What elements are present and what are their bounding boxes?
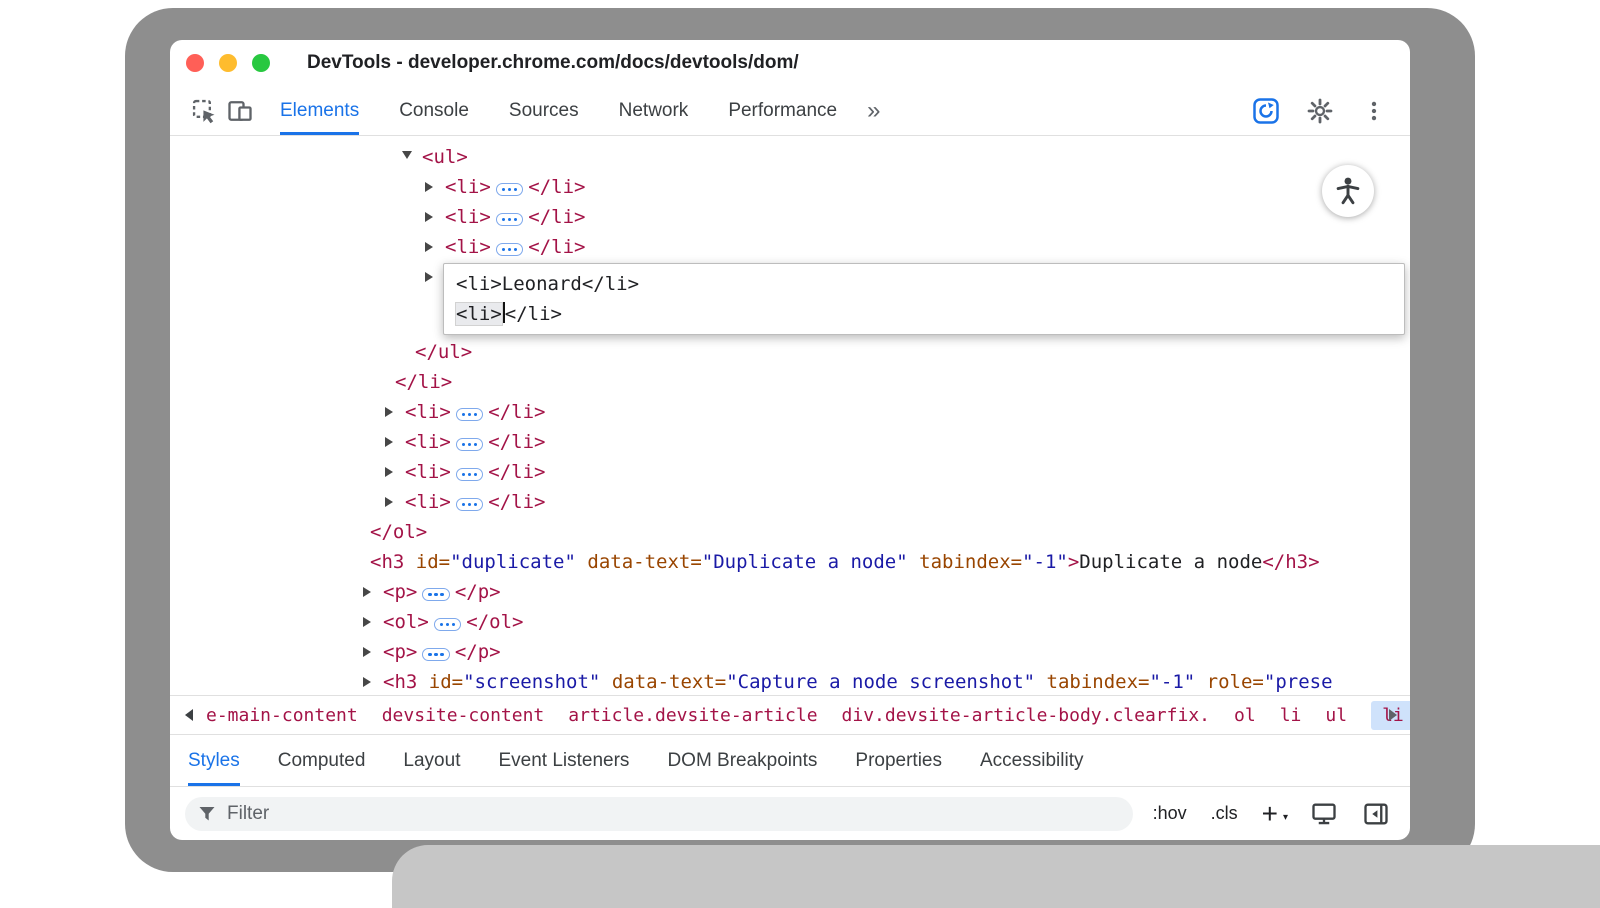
- collapse-arrow-icon[interactable]: [402, 142, 422, 172]
- close-button[interactable]: [186, 54, 204, 72]
- panel-tab-layout[interactable]: Layout: [403, 735, 460, 786]
- device-toolbar-icon[interactable]: [222, 93, 258, 129]
- dom-tree-line[interactable]: <li></li>: [170, 172, 1410, 202]
- dom-tree-line[interactable]: <p></p>: [170, 637, 1410, 667]
- zoom-button[interactable]: [252, 54, 270, 72]
- collapsed-children-icon[interactable]: [456, 498, 484, 512]
- dom-tree-line[interactable]: </ol>: [170, 517, 1410, 547]
- panel-tab-properties[interactable]: Properties: [855, 735, 942, 786]
- kebab-menu-icon[interactable]: [1356, 93, 1392, 129]
- elements-panel: <ul><li></li><li></li><li></li><li>Leona…: [170, 136, 1410, 695]
- devtools-window: DevTools - developer.chrome.com/docs/dev…: [170, 40, 1410, 840]
- panel-tab-event-listeners[interactable]: Event Listeners: [498, 735, 629, 786]
- tab-sources[interactable]: Sources: [509, 86, 579, 135]
- collapsed-children-icon[interactable]: [422, 588, 450, 602]
- breadcrumb: e-main-content devsite-content article.dev…: [206, 701, 1384, 730]
- inspect-element-icon[interactable]: [186, 93, 222, 129]
- dom-tree-line[interactable]: </li>: [170, 367, 1410, 397]
- expand-arrow-icon[interactable]: [363, 667, 383, 695]
- dom-tree-line[interactable]: <li></li>: [170, 397, 1410, 427]
- expand-arrow-icon[interactable]: [425, 262, 445, 292]
- collapsed-children-icon[interactable]: [496, 243, 524, 257]
- styles-toolbar: :hov .cls +▾: [1153, 800, 1390, 828]
- window-title: DevTools - developer.chrome.com/docs/dev…: [307, 52, 799, 74]
- tab-network[interactable]: Network: [619, 86, 689, 135]
- breadcrumb-scroll-right-icon[interactable]: [1384, 709, 1402, 721]
- filter-input[interactable]: Filter: [185, 797, 1133, 831]
- dom-tree-line[interactable]: <li>Leonard</li><li></li>: [170, 262, 1410, 337]
- breadcrumb-item[interactable]: div.devsite-article-body.clearfix.: [842, 705, 1210, 726]
- edit-line-2: <li></li>: [456, 299, 1404, 329]
- breadcrumb-item[interactable]: li: [1280, 705, 1302, 726]
- panel-tab-accessibility[interactable]: Accessibility: [980, 735, 1083, 786]
- breadcrumb-item[interactable]: ol: [1234, 705, 1256, 726]
- breadcrumb-scroll-left-icon[interactable]: [180, 709, 198, 721]
- dom-tree-line[interactable]: <h3 id="duplicate" data-text="Duplicate …: [170, 547, 1410, 577]
- new-style-rule-button[interactable]: +▾: [1262, 804, 1286, 824]
- dom-tree-line[interactable]: <li></li>: [170, 487, 1410, 517]
- breadcrumb-bar: e-main-content devsite-content article.dev…: [170, 695, 1410, 735]
- laptop-base: [392, 845, 1600, 908]
- panel-tabs: Styles Computed Layout Event Listeners DOM B…: [170, 735, 1410, 787]
- dom-tree-line[interactable]: <li></li>: [170, 232, 1410, 262]
- breadcrumb-item[interactable]: e-main-content: [206, 705, 358, 726]
- collapsed-children-icon[interactable]: [456, 438, 484, 452]
- dom-tree-line[interactable]: <li></li>: [170, 457, 1410, 487]
- expand-arrow-icon[interactable]: [425, 172, 445, 202]
- dom-tree-line[interactable]: <p></p>: [170, 577, 1410, 607]
- collapsed-children-icon[interactable]: [456, 468, 484, 482]
- collapsed-children-icon[interactable]: [456, 408, 484, 422]
- expand-arrow-icon[interactable]: [385, 487, 405, 517]
- more-tabs-icon[interactable]: »: [867, 86, 880, 135]
- expand-arrow-icon[interactable]: [363, 577, 383, 607]
- panel-tab-dom-breakpoints[interactable]: DOM Breakpoints: [667, 735, 817, 786]
- edit-line-1: <li>Leonard</li>: [456, 269, 1404, 299]
- minimize-button[interactable]: [219, 54, 237, 72]
- collapsed-children-icon[interactable]: [422, 648, 450, 662]
- expand-arrow-icon[interactable]: [363, 607, 383, 637]
- panel-tab-styles[interactable]: Styles: [188, 735, 240, 786]
- tab-console[interactable]: Console: [399, 86, 469, 135]
- collapsed-children-icon[interactable]: [496, 183, 524, 197]
- edit-as-html-box[interactable]: <li>Leonard</li><li></li>: [443, 263, 1405, 335]
- toolbar-tabs: Elements Console Sources Network Performance: [280, 86, 837, 135]
- expand-arrow-icon[interactable]: [385, 397, 405, 427]
- toggle-element-classes-button[interactable]: .cls: [1211, 803, 1238, 824]
- breadcrumb-item[interactable]: article.devsite-article: [568, 705, 817, 726]
- new-rule-caret-icon: ▾: [1283, 808, 1288, 828]
- expand-arrow-icon[interactable]: [385, 427, 405, 457]
- display-emulation-icon[interactable]: [1310, 800, 1338, 828]
- filter-funnel-icon: [197, 804, 217, 824]
- toggle-sidebar-icon[interactable]: [1362, 800, 1390, 828]
- toggle-hover-state-button[interactable]: :hov: [1153, 803, 1187, 824]
- tab-elements[interactable]: Elements: [280, 86, 359, 135]
- dom-tree-line[interactable]: <ul>: [170, 142, 1410, 172]
- refresh-device-icon[interactable]: [1248, 93, 1284, 129]
- dom-tree-line[interactable]: <li></li>: [170, 202, 1410, 232]
- dom-tree-line[interactable]: <li></li>: [170, 427, 1410, 457]
- collapsed-children-icon[interactable]: [496, 213, 524, 227]
- settings-gear-icon[interactable]: [1302, 93, 1338, 129]
- expand-arrow-icon[interactable]: [425, 202, 445, 232]
- expand-arrow-icon[interactable]: [425, 232, 445, 262]
- panel-tab-computed[interactable]: Computed: [278, 735, 366, 786]
- accessibility-overlay-button[interactable]: [1322, 165, 1374, 217]
- styles-filter-row: Filter :hov .cls +▾: [170, 787, 1410, 840]
- devtools-toolbar: Elements Console Sources Network Performance…: [170, 86, 1410, 136]
- toolbar-right-icons: [1248, 86, 1392, 135]
- dom-tree-line[interactable]: </ul>: [170, 337, 1410, 367]
- breadcrumb-item[interactable]: devsite-content: [382, 705, 545, 726]
- tab-performance[interactable]: Performance: [728, 86, 837, 135]
- collapsed-children-icon[interactable]: [434, 618, 462, 632]
- breadcrumb-item[interactable]: ul: [1325, 705, 1347, 726]
- filter-placeholder: Filter: [227, 803, 269, 825]
- expand-arrow-icon[interactable]: [363, 637, 383, 667]
- title-bar: DevTools - developer.chrome.com/docs/dev…: [170, 40, 1410, 86]
- expand-arrow-icon[interactable]: [385, 457, 405, 487]
- dom-tree-line[interactable]: <ol></ol>: [170, 607, 1410, 637]
- dom-tree-line[interactable]: <h3 id="screenshot" data-text="Capture a…: [170, 667, 1410, 695]
